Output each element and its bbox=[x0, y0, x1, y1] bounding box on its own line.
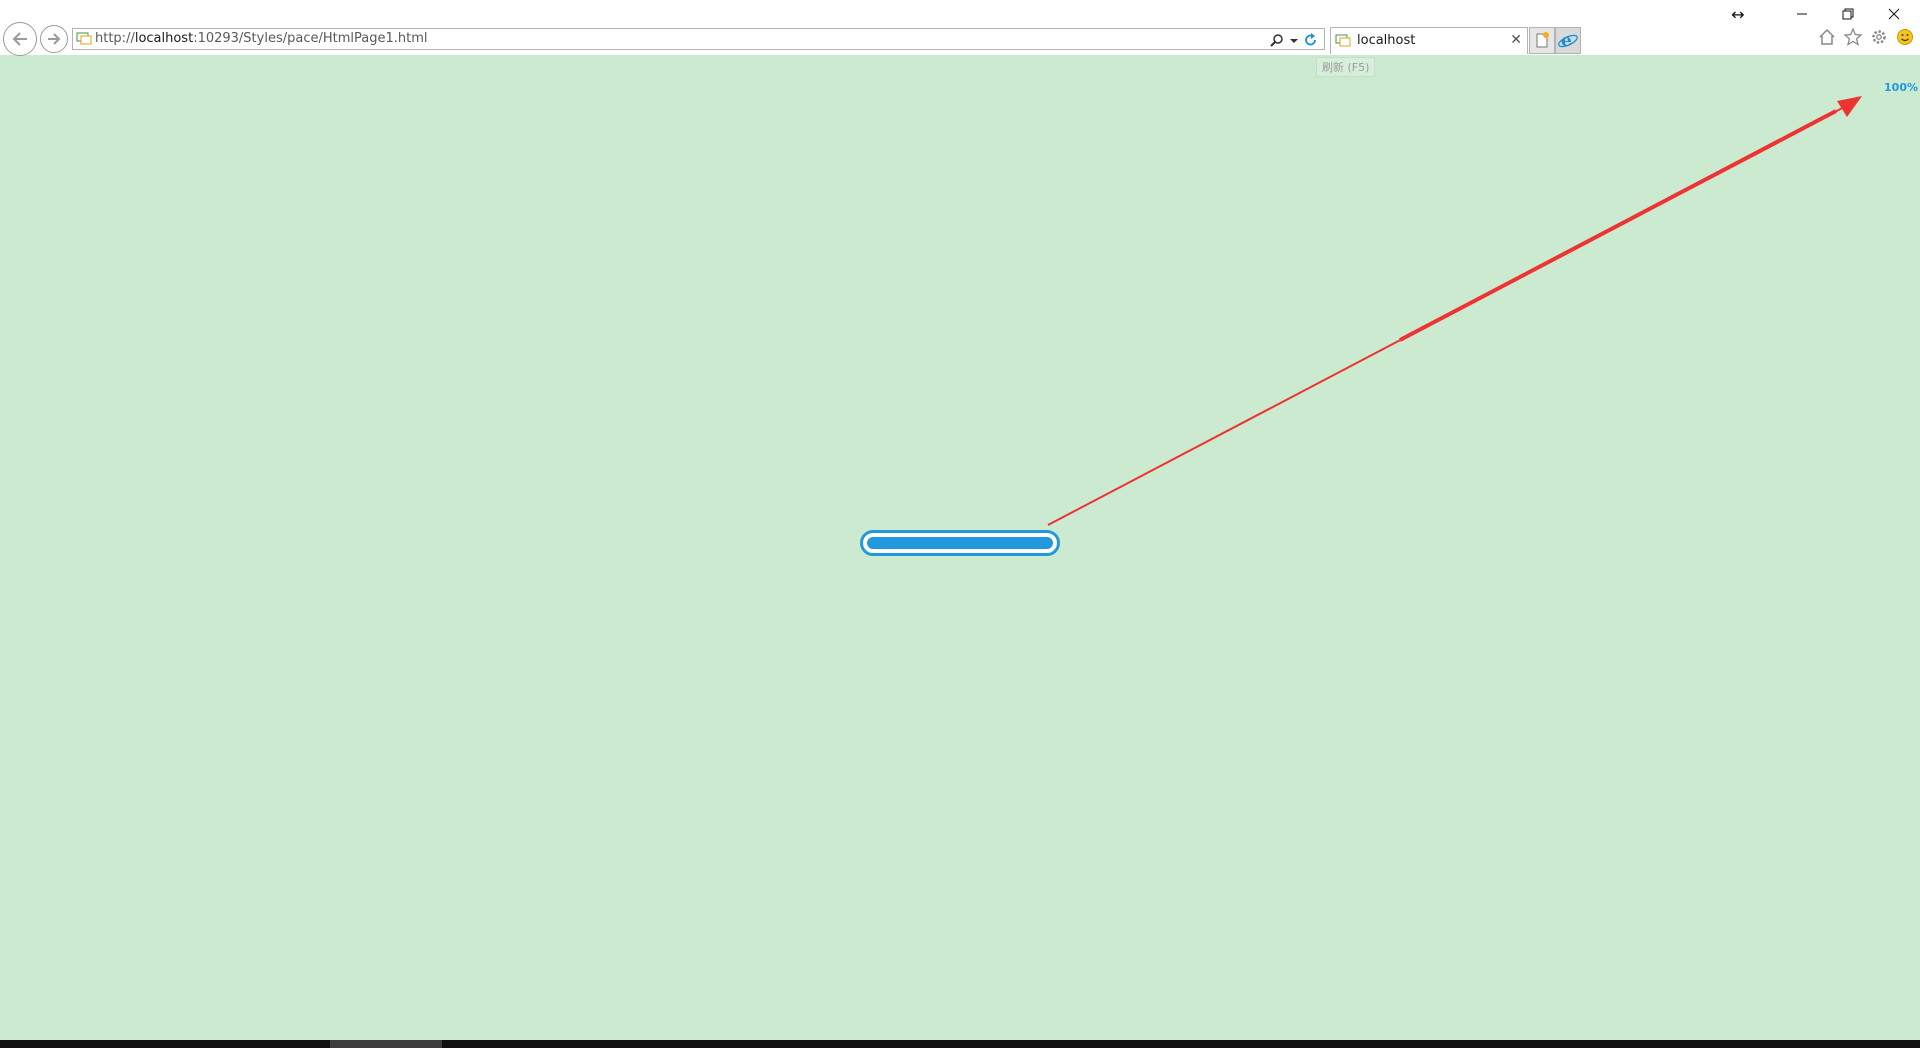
progress-bar bbox=[860, 530, 1060, 556]
progress-bar-fill bbox=[867, 537, 1053, 549]
taskbar bbox=[0, 1040, 1920, 1048]
annotation-arrow bbox=[1047, 96, 1862, 526]
taskbar-item[interactable] bbox=[330, 1040, 442, 1048]
